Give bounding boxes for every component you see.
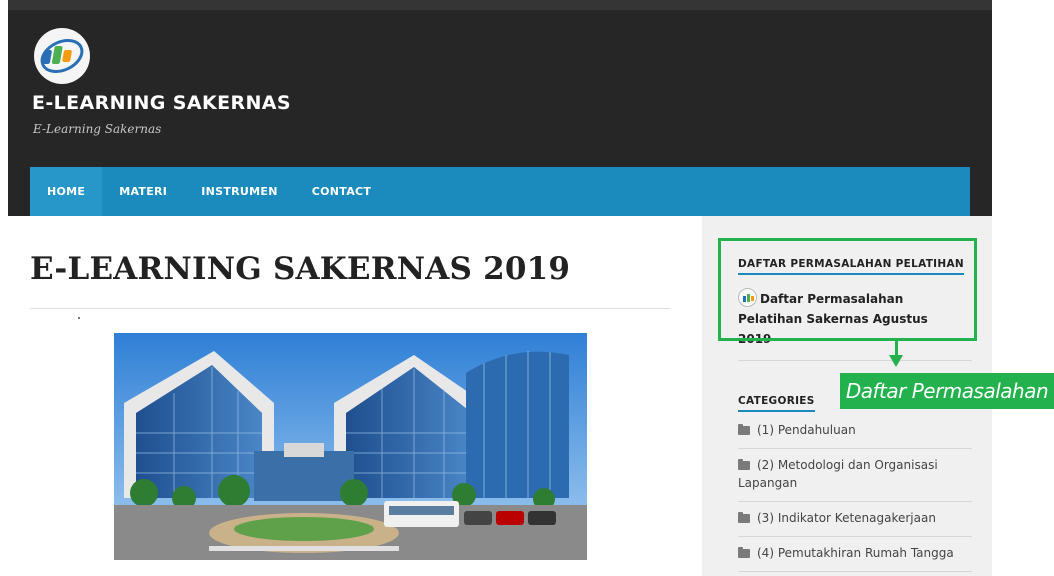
site-tagline: E-Learning Sakernas: [33, 122, 162, 136]
highlight-box: [718, 238, 977, 341]
nav-item-materi[interactable]: MATERI: [102, 167, 184, 216]
main-nav: HOME MATERI INSTRUMEN CONTACT: [30, 167, 970, 216]
category-item[interactable]: (3) Indikator Ketenagakerjaan: [738, 502, 972, 537]
nav-item-contact[interactable]: CONTACT: [295, 167, 388, 216]
bps-logo-icon[interactable]: [34, 28, 90, 84]
category-label[interactable]: (3) Indikator Ketenagakerjaan: [757, 511, 936, 525]
small-dot: [78, 317, 80, 319]
category-label[interactable]: (2) Metodologi dan Organisasi Lapangan: [738, 458, 938, 490]
sidebar-divider: [738, 360, 972, 361]
category-item[interactable]: (1) Pendahuluan: [738, 414, 972, 449]
folder-icon: [738, 547, 750, 558]
callout-label: Daftar Permasalahan: [840, 373, 1054, 409]
category-item[interactable]: (4) Pemutakhiran Rumah Tangga: [738, 537, 972, 572]
post-title: E-LEARNING SAKERNAS 2019: [30, 251, 571, 287]
nav-item-home[interactable]: HOME: [30, 167, 103, 216]
site-header: E-LEARNING SAKERNAS E-Learning Sakernas …: [8, 10, 992, 216]
building-photo: [114, 333, 587, 560]
categories-title: CATEGORIES: [738, 395, 815, 412]
category-label[interactable]: (1) Pendahuluan: [757, 423, 856, 437]
folder-icon: [738, 459, 750, 470]
arrow-down-icon: [889, 355, 903, 367]
category-label[interactable]: (4) Pemutakhiran Rumah Tangga: [757, 546, 954, 560]
category-item[interactable]: (2) Metodologi dan Organisasi Lapangan: [738, 449, 972, 502]
title-divider: [30, 308, 670, 309]
category-list: (1) Pendahuluan (2) Metodologi dan Organ…: [738, 414, 972, 572]
nav-item-instrumen[interactable]: INSTRUMEN: [184, 167, 295, 216]
site-title[interactable]: E-LEARNING SAKERNAS: [32, 92, 291, 114]
folder-icon: [738, 512, 750, 523]
folder-icon: [738, 424, 750, 435]
